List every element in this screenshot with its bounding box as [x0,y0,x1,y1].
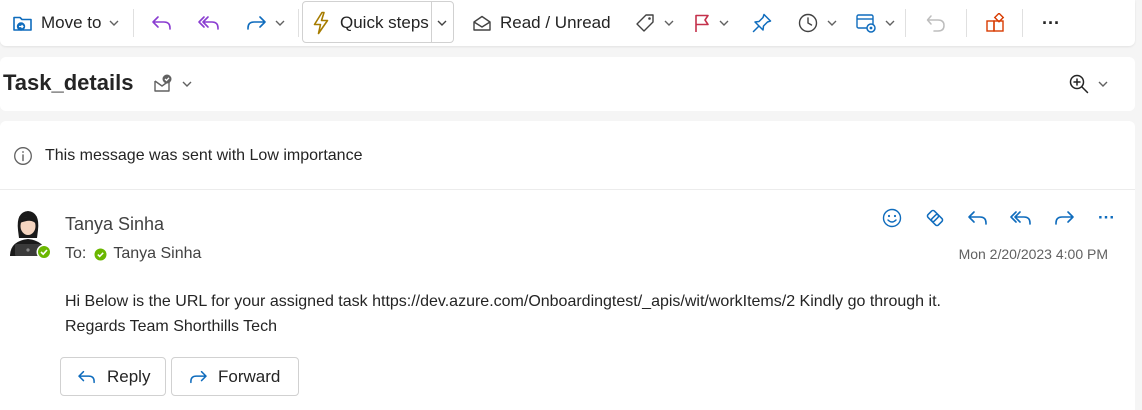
chevron-down-icon [827,20,837,26]
undo-button[interactable] [925,0,947,46]
chevron-down-icon [885,20,895,26]
more-options-icon: ··· [1042,12,1060,33]
to-label: To: [65,245,87,262]
loop-button[interactable] [913,207,956,229]
toolbar-divider [298,9,299,37]
chevron-down-icon [275,20,285,26]
info-icon [14,147,32,165]
forward-icon [1054,211,1074,225]
summary-button[interactable] [152,73,192,95]
undo-icon [926,15,945,32]
quick-steps-split-divider [431,2,432,42]
quick-steps-label: Quick steps [340,13,429,32]
forward-button-label: Forward [218,366,281,386]
body-line: Regards Team Shorthills Tech [65,318,277,335]
ribbon-toolbar: Move to Quick steps Read / Unread ··· [0,0,1135,46]
move-to-label: Move to [41,13,102,32]
reply-all-icon [1009,211,1031,225]
chevron-down-icon [1098,81,1108,87]
read-unread-button[interactable]: Read / Unread [472,0,611,46]
reply-all-toolbar-button[interactable] [197,0,221,46]
reply-icon [78,370,95,383]
message-actions: ··· [870,207,1128,229]
reply-toolbar-button[interactable] [151,0,173,46]
pin-button[interactable] [751,0,773,46]
forward-action-button[interactable] [1042,209,1085,227]
toolbar-divider [133,9,134,37]
emoji-reaction-button[interactable] [870,207,913,229]
toolbar-divider [905,9,906,37]
importance-banner: This message was sent with Low importanc… [0,121,1135,190]
reply-button-label: Reply [107,366,151,386]
message-subject: Task_details [3,70,134,95]
envelope-open-icon [473,15,491,31]
message-more-button[interactable]: ··· [1085,208,1128,228]
move-to-folder-icon [13,16,32,31]
importance-text: This message was sent with Low importanc… [45,147,363,164]
reply-icon [967,211,987,225]
reply-all-icon [198,16,219,30]
summary-check-icon [154,74,172,92]
zoom-button[interactable] [1068,73,1108,95]
reply-button[interactable]: Reply [60,357,166,396]
recipients-row: To: Tanya Sinha [65,245,201,263]
lightning-icon [313,11,329,35]
body-line: Hi Below is the URL for your assigned ta… [65,293,941,310]
quick-steps-dropdown[interactable] [437,0,447,46]
chevron-down-icon [664,20,674,26]
flag-icon [695,14,709,32]
presence-available-icon [94,248,107,260]
sender-name[interactable]: Tanya Sinha [65,214,164,235]
smiley-icon [882,208,901,228]
categorize-button[interactable] [634,0,674,46]
reply-action-button[interactable] [956,209,999,227]
more-options-button[interactable]: ··· [1042,0,1060,46]
chevron-down-icon [182,81,192,87]
read-unread-label: Read / Unread [500,13,611,32]
reading-pane: This message was sent with Low importanc… [0,121,1135,410]
message-date: Mon 2/20/2023 4:00 PM [958,246,1108,262]
tag-icon [636,14,654,32]
rules-button[interactable] [855,0,895,46]
recipient-name[interactable]: Tanya Sinha [113,245,201,263]
quick-steps-button[interactable]: Quick steps [311,0,429,46]
forward-button[interactable]: Forward [171,357,299,396]
pin-icon [752,13,772,33]
rules-settings-icon [856,14,876,33]
zoom-in-icon [1069,74,1089,94]
chevron-down-icon [109,20,119,26]
loop-icon [926,209,943,227]
subject-bar: Task_details [0,57,1135,111]
flag-button[interactable] [693,0,729,46]
move-to-button[interactable]: Move to [12,0,119,46]
reply-icon [152,16,171,30]
avatar[interactable] [4,208,52,260]
chevron-down-icon [719,20,729,26]
chevron-down-icon [437,20,447,26]
message-body: Hi Below is the URL for your assigned ta… [65,289,1115,339]
clock-icon [798,13,818,33]
apps-button[interactable] [985,0,1005,46]
snooze-button[interactable] [797,0,837,46]
reply-all-action-button[interactable] [999,209,1042,227]
toolbar-divider [1022,9,1023,37]
more-options-icon: ··· [1098,208,1115,227]
apps-icon [986,13,1005,32]
forward-icon [190,370,207,383]
forward-toolbar-button[interactable] [245,0,285,46]
toolbar-divider [966,9,967,37]
forward-icon [247,16,266,30]
